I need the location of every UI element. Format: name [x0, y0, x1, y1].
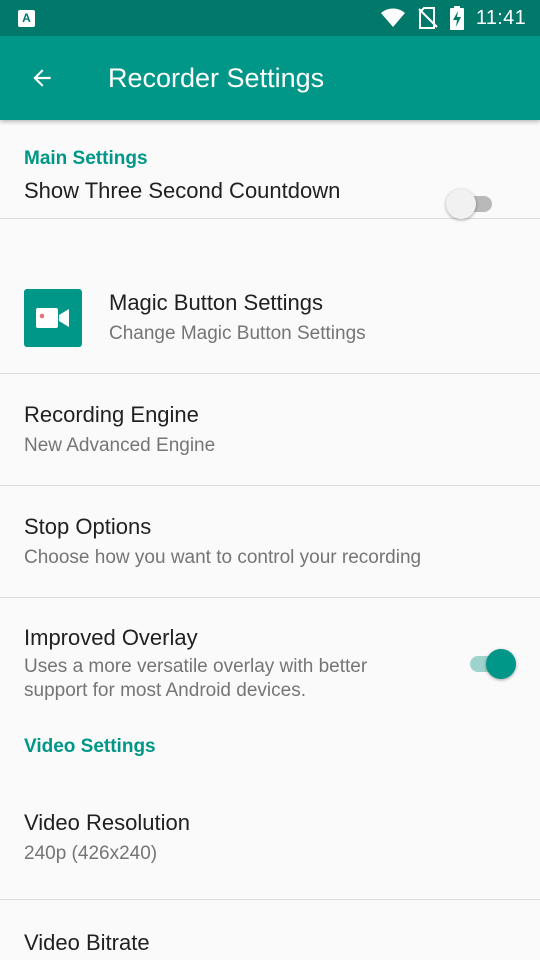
countdown-toggle-thumb — [446, 189, 476, 219]
pref-improved-overlay-summary: Uses a more versatile overlay with bette… — [24, 655, 464, 703]
pref-magic-button-title: Magic Button Settings — [109, 289, 324, 315]
pref-video-bitrate[interactable]: Video Bitrate — [0, 900, 540, 960]
pref-countdown-title: Show Three Second Countdown — [24, 177, 341, 203]
category-video-settings: Video Settings — [24, 736, 156, 757]
back-button[interactable] — [0, 36, 84, 120]
pref-video-resolution-title: Video Resolution — [24, 809, 190, 835]
pref-recording-engine-summary: New Advanced Engine — [24, 434, 216, 456]
pref-video-resolution-summary: 240p (426x240) — [24, 842, 158, 864]
improved-overlay-toggle[interactable] — [464, 646, 516, 682]
pref-recording-engine[interactable]: Recording Engine New Advanced Engine — [0, 374, 540, 486]
magic-button-icon-tile — [24, 288, 82, 347]
pref-improved-overlay[interactable]: Improved Overlay Uses a more versatile o… — [0, 598, 540, 730]
pref-magic-button[interactable]: Magic Button Settings Change Magic Butto… — [0, 262, 540, 374]
status-time: 11:41 — [475, 6, 526, 29]
pref-video-resolution[interactable]: Video Resolution 240p (426x240) — [0, 776, 540, 900]
page-title: Recorder Settings — [108, 62, 325, 93]
pref-magic-button-summary: Change Magic Button Settings — [109, 322, 366, 344]
screen: A 11:41 Recorder Settings Main Settings … — [0, 0, 540, 960]
pref-improved-overlay-summary-line-1: Uses a more versatile overlay with bette… — [24, 656, 368, 677]
pref-recording-engine-title: Recording Engine — [24, 401, 199, 427]
arrow-back-icon — [33, 69, 51, 87]
battery-charging-icon — [449, 6, 464, 30]
app-bar: Recorder Settings — [0, 36, 540, 120]
notification-icon: A — [18, 9, 35, 27]
pref-stop-options[interactable]: Stop Options Choose how you want to cont… — [0, 486, 540, 598]
pref-video-bitrate-title: Video Bitrate — [24, 930, 150, 955]
video-camera-icon — [36, 307, 69, 328]
pref-improved-overlay-summary-line-2: support for most Android devices. — [24, 680, 306, 701]
wifi-icon — [380, 8, 405, 27]
no-sim-icon — [418, 7, 438, 29]
improved-overlay-toggle-thumb — [486, 649, 516, 679]
status-bar: A 11:41 — [0, 0, 540, 36]
countdown-toggle[interactable] — [446, 186, 498, 222]
pref-improved-overlay-title: Improved Overlay — [24, 625, 198, 650]
settings-list: Main Settings Show Three Second Countdow… — [0, 120, 540, 960]
pref-stop-options-summary: Choose how you want to control your reco… — [24, 546, 422, 568]
pref-stop-options-title: Stop Options — [24, 513, 152, 539]
